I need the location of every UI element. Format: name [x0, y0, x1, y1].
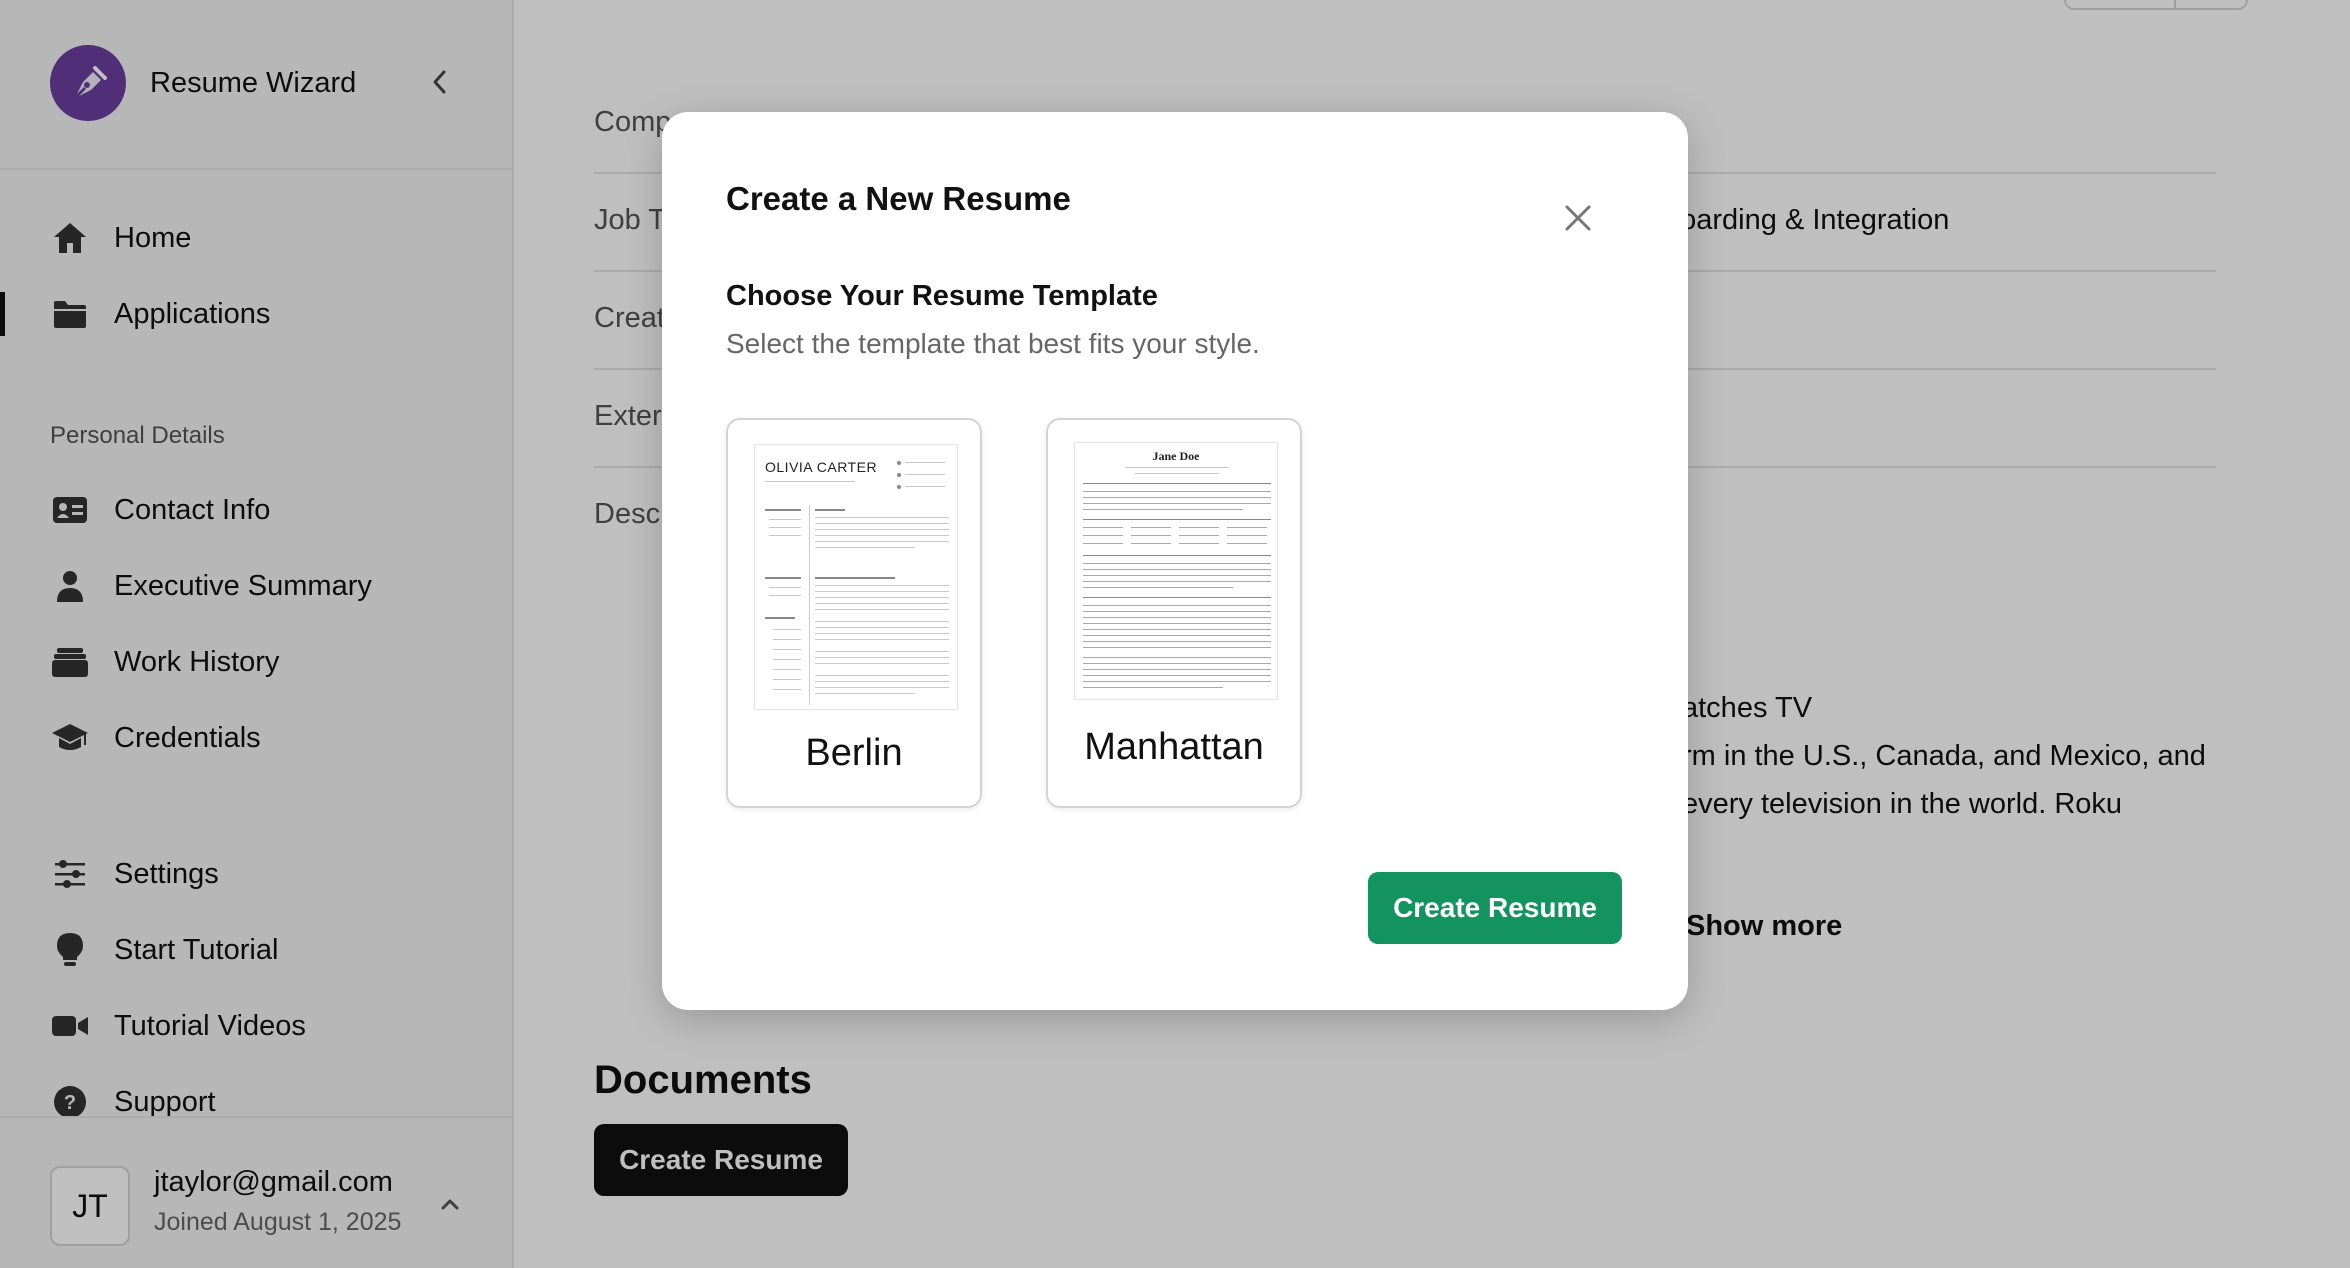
close-icon [1565, 205, 1591, 231]
template-preview-name: Jane Doe [1152, 449, 1200, 463]
template-card-manhattan[interactable]: Jane Doe Manhattan [1046, 418, 1302, 808]
modal-title: Create a New Resume [726, 180, 1071, 217]
close-button[interactable] [1558, 198, 1598, 238]
create-resume-modal: Create a New Resume Choose Your Resume T… [662, 112, 1688, 1010]
template-preview-manhattan: Jane Doe [1074, 442, 1278, 700]
template-card-berlin[interactable]: OLIVIA CARTER Berlin [726, 418, 982, 808]
modal-subtitle: Choose Your Resume Template [726, 280, 1158, 312]
create-resume-submit-button[interactable]: Create Resume [1368, 872, 1622, 944]
template-name-berlin: Berlin [805, 732, 903, 774]
template-preview-name: OLIVIA CARTER [765, 459, 878, 475]
template-name-manhattan: Manhattan [1084, 726, 1264, 768]
template-preview-berlin: OLIVIA CARTER [754, 444, 958, 710]
modal-description: Select the template that best fits your … [726, 328, 1260, 359]
